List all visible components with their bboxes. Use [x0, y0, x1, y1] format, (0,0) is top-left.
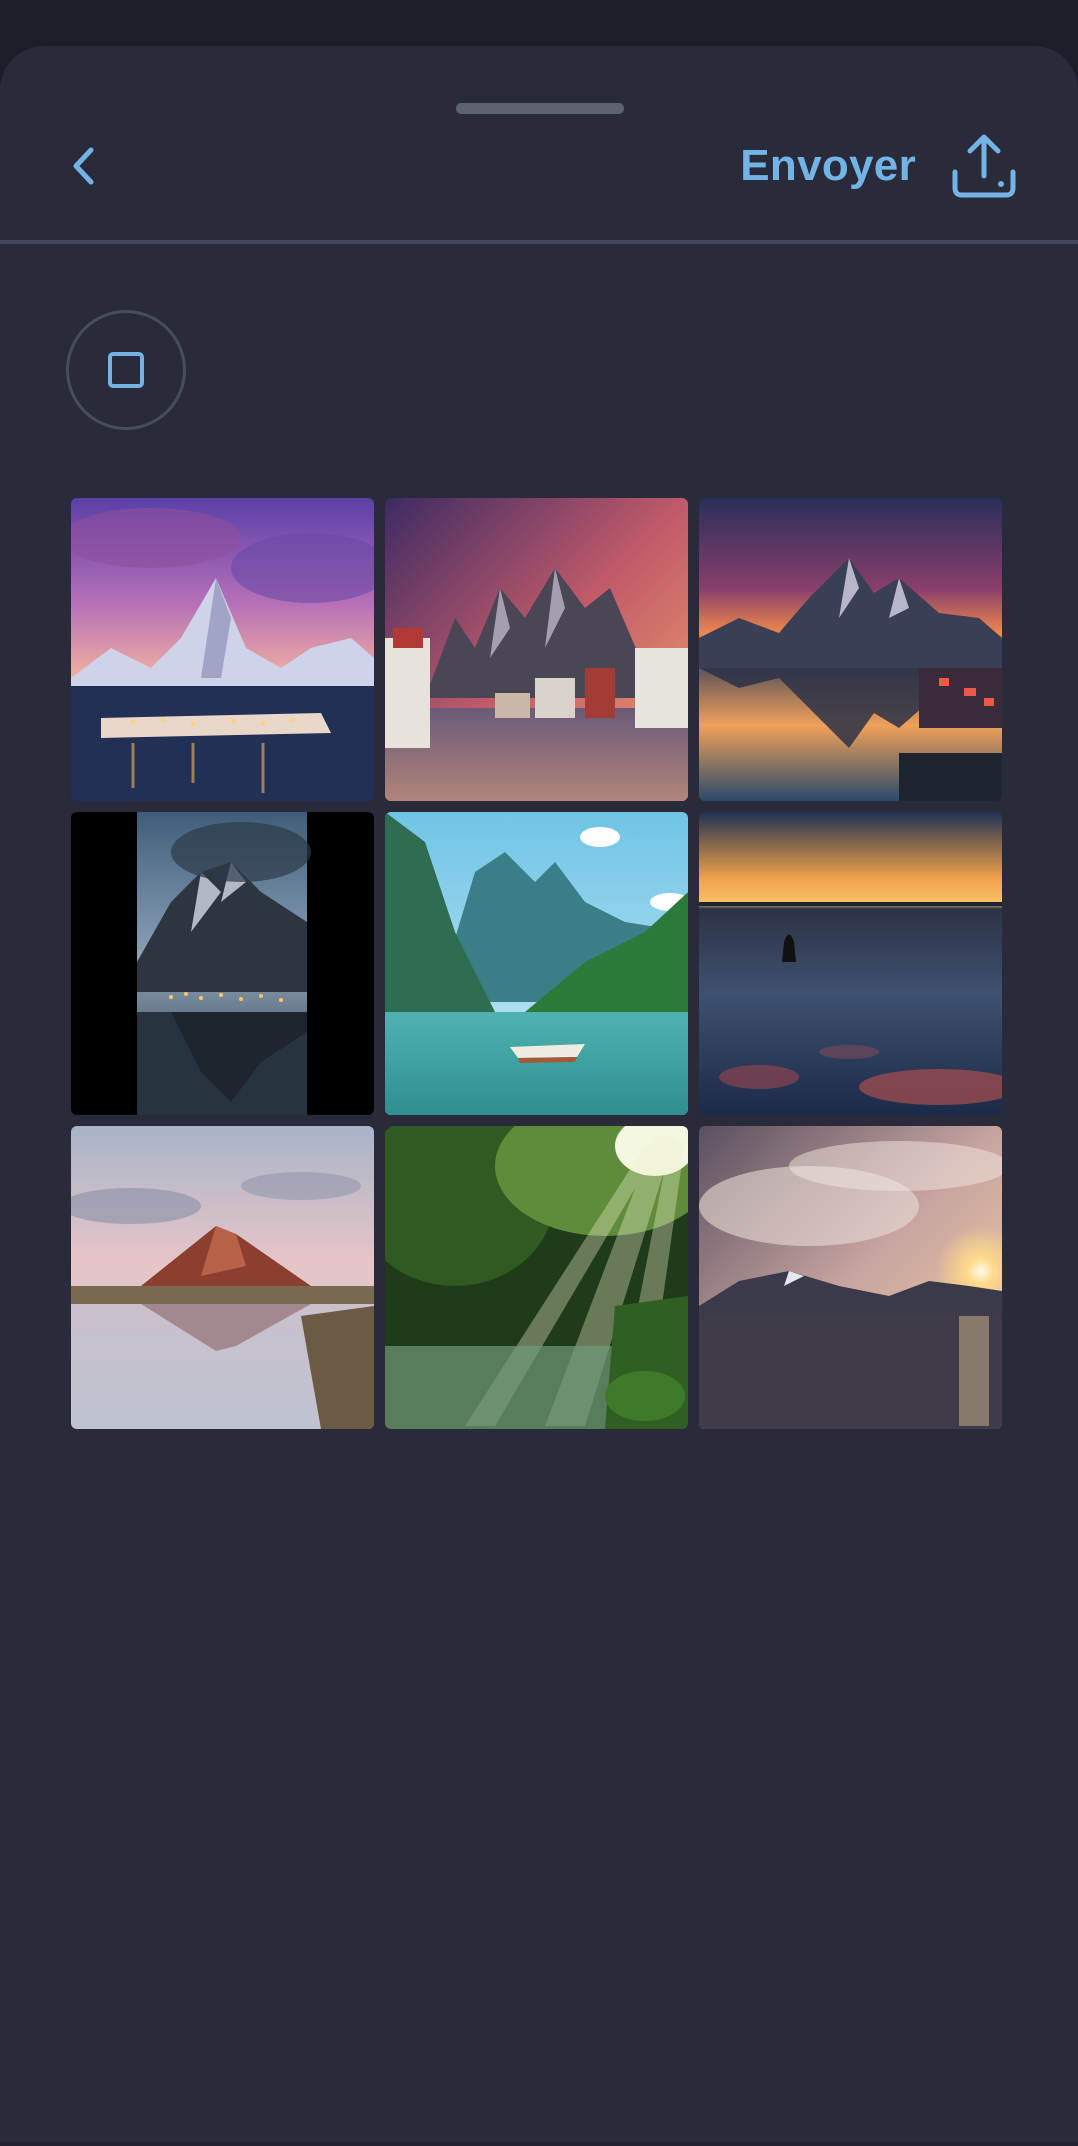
photo-thumbnail[interactable] — [71, 498, 374, 801]
photo-image — [71, 498, 374, 801]
upload-icon — [952, 134, 1016, 198]
bottom-sheet: Envoyer — [0, 46, 1078, 2146]
photo-thumbnail[interactable] — [699, 498, 1002, 801]
photo-image — [71, 1126, 374, 1429]
photo-image — [699, 498, 1002, 801]
bottom-edge — [0, 2142, 1078, 2146]
send-label: Envoyer — [740, 141, 916, 190]
photo-image — [71, 812, 374, 1115]
photo-thumbnail[interactable] — [385, 1126, 688, 1429]
photo-thumbnail[interactable] — [699, 812, 1002, 1115]
header-divider — [0, 240, 1078, 244]
photo-image — [385, 498, 688, 801]
photo-image — [699, 812, 1002, 1115]
photo-image — [385, 812, 688, 1115]
square-checkbox-icon — [108, 352, 144, 388]
photo-image — [699, 1126, 1002, 1429]
photo-thumbnail[interactable] — [385, 498, 688, 801]
send-button[interactable]: Envoyer — [740, 122, 1018, 210]
photo-image — [385, 1126, 688, 1429]
chevron-left-icon — [73, 147, 94, 185]
photo-thumbnail[interactable] — [71, 1126, 374, 1429]
photo-thumbnail[interactable] — [385, 812, 688, 1115]
photo-thumbnail[interactable] — [699, 1126, 1002, 1429]
select-all-button[interactable] — [66, 310, 186, 430]
back-button[interactable] — [52, 134, 116, 198]
drag-handle[interactable] — [456, 103, 624, 114]
photo-grid — [71, 498, 1002, 1429]
status-bar-area — [0, 0, 1078, 46]
photo-thumbnail[interactable] — [71, 812, 374, 1115]
